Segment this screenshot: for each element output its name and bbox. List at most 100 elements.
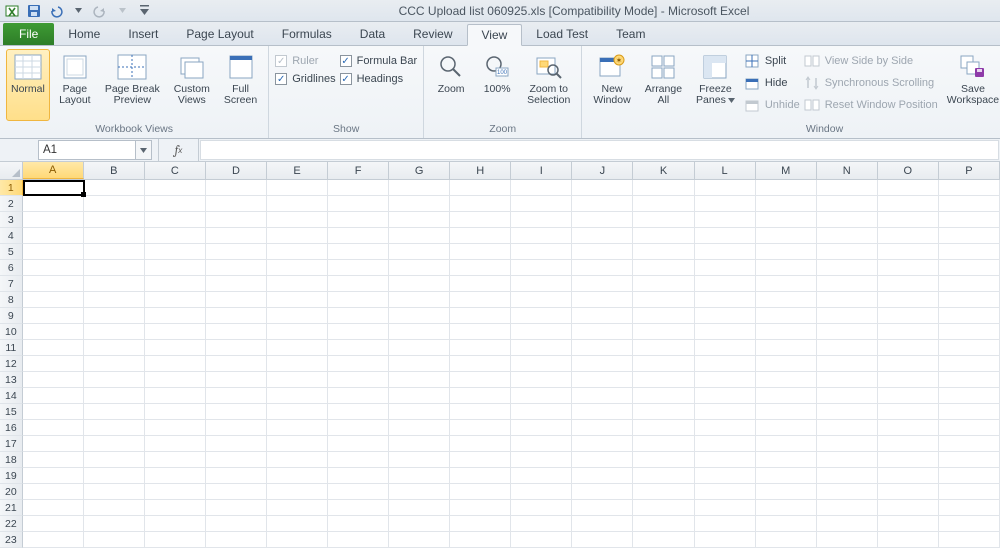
column-header[interactable]: C: [145, 162, 206, 179]
cell[interactable]: [572, 356, 633, 372]
cell[interactable]: [633, 340, 694, 356]
cell[interactable]: [267, 260, 328, 276]
cell[interactable]: [450, 228, 511, 244]
cell[interactable]: [511, 436, 572, 452]
cell[interactable]: [511, 468, 572, 484]
cell[interactable]: [145, 292, 206, 308]
cell[interactable]: [389, 292, 450, 308]
cell[interactable]: [939, 308, 1000, 324]
cell[interactable]: [450, 532, 511, 548]
cell[interactable]: [817, 516, 878, 532]
headings-checkbox[interactable]: ✓Headings: [340, 71, 418, 87]
cell[interactable]: [878, 292, 939, 308]
cell[interactable]: [756, 180, 817, 196]
cell[interactable]: [328, 388, 389, 404]
cell[interactable]: [84, 420, 145, 436]
cell[interactable]: [939, 484, 1000, 500]
cell[interactable]: [939, 180, 1000, 196]
cell[interactable]: [695, 372, 756, 388]
redo-dropdown-icon[interactable]: [114, 3, 130, 19]
cell[interactable]: [572, 532, 633, 548]
cell[interactable]: [328, 260, 389, 276]
cell[interactable]: [267, 276, 328, 292]
cell[interactable]: [145, 340, 206, 356]
cell[interactable]: [572, 308, 633, 324]
cell[interactable]: [817, 276, 878, 292]
cell[interactable]: [206, 212, 267, 228]
cell[interactable]: [267, 324, 328, 340]
cell[interactable]: [817, 308, 878, 324]
cell[interactable]: [145, 324, 206, 340]
cell[interactable]: [756, 196, 817, 212]
cell[interactable]: [267, 468, 328, 484]
cell[interactable]: [695, 404, 756, 420]
row-header[interactable]: 14: [0, 388, 23, 404]
cell[interactable]: [450, 372, 511, 388]
cell[interactable]: [511, 276, 572, 292]
new-window-button[interactable]: ✶ New Window: [588, 49, 635, 121]
cell[interactable]: [695, 356, 756, 372]
cell[interactable]: [206, 372, 267, 388]
cell[interactable]: [389, 436, 450, 452]
cell[interactable]: [84, 276, 145, 292]
cell[interactable]: [511, 212, 572, 228]
name-box[interactable]: A1: [38, 140, 136, 160]
cell[interactable]: [450, 500, 511, 516]
cell[interactable]: [695, 180, 756, 196]
cell[interactable]: [145, 436, 206, 452]
formula-input[interactable]: [200, 140, 999, 160]
cell[interactable]: [145, 308, 206, 324]
cell[interactable]: [817, 292, 878, 308]
cell[interactable]: [267, 356, 328, 372]
cell[interactable]: [84, 356, 145, 372]
cell[interactable]: [84, 484, 145, 500]
cell[interactable]: [633, 292, 694, 308]
cell[interactable]: [756, 244, 817, 260]
cell[interactable]: [267, 436, 328, 452]
row-header[interactable]: 12: [0, 356, 23, 372]
cell[interactable]: [450, 388, 511, 404]
custom-views-button[interactable]: Custom Views: [169, 49, 215, 121]
cell[interactable]: [939, 436, 1000, 452]
column-header[interactable]: P: [939, 162, 1000, 179]
row-header[interactable]: 21: [0, 500, 23, 516]
cell[interactable]: [695, 212, 756, 228]
cell[interactable]: [572, 324, 633, 340]
row-header[interactable]: 15: [0, 404, 23, 420]
cell[interactable]: [511, 244, 572, 260]
cell[interactable]: [633, 452, 694, 468]
formula-bar-checkbox[interactable]: ✓Formula Bar: [340, 53, 418, 69]
cell[interactable]: [84, 468, 145, 484]
cell[interactable]: [23, 276, 84, 292]
undo-dropdown-icon[interactable]: [70, 3, 86, 19]
cell[interactable]: [206, 340, 267, 356]
cell[interactable]: [84, 180, 145, 196]
cell[interactable]: [145, 212, 206, 228]
cell[interactable]: [206, 276, 267, 292]
cell[interactable]: [84, 452, 145, 468]
cell[interactable]: [572, 500, 633, 516]
cell[interactable]: [267, 196, 328, 212]
row-header[interactable]: 8: [0, 292, 23, 308]
cell[interactable]: [633, 276, 694, 292]
cell[interactable]: [939, 228, 1000, 244]
cell[interactable]: [267, 340, 328, 356]
tab-review[interactable]: Review: [399, 23, 466, 45]
cell[interactable]: [817, 356, 878, 372]
cell[interactable]: [23, 340, 84, 356]
cell[interactable]: [84, 260, 145, 276]
cell[interactable]: [450, 308, 511, 324]
cell[interactable]: [23, 468, 84, 484]
cell[interactable]: [84, 500, 145, 516]
cell[interactable]: [23, 452, 84, 468]
cell[interactable]: [206, 324, 267, 340]
cell[interactable]: [939, 516, 1000, 532]
cell[interactable]: [23, 532, 84, 548]
column-header[interactable]: F: [328, 162, 389, 179]
cell[interactable]: [389, 228, 450, 244]
cell[interactable]: [389, 260, 450, 276]
cell[interactable]: [145, 276, 206, 292]
cell[interactable]: [633, 516, 694, 532]
cell[interactable]: [633, 180, 694, 196]
cell[interactable]: [84, 436, 145, 452]
